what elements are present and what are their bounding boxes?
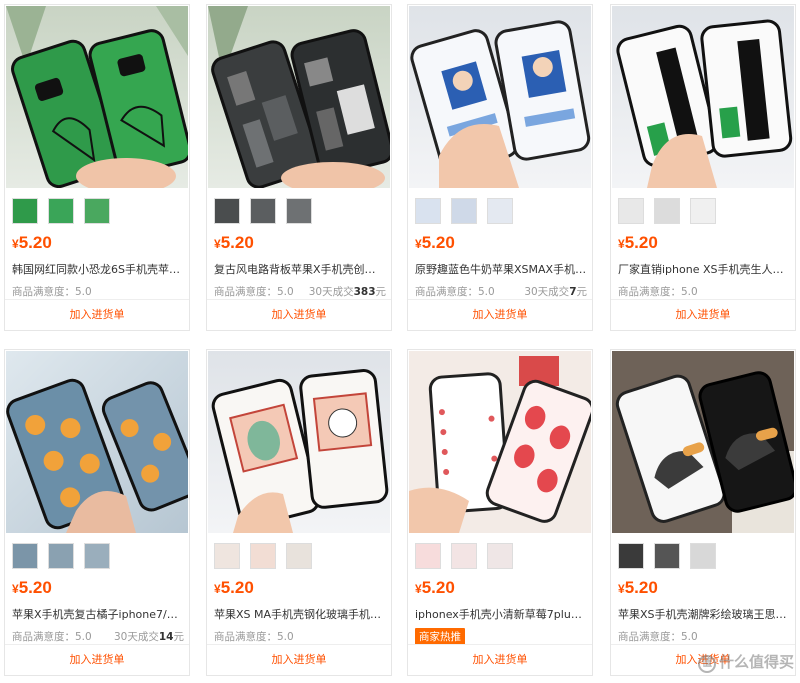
- product-image[interactable]: [208, 351, 390, 533]
- price: ¥5.20: [618, 578, 658, 597]
- product-card[interactable]: ¥5.20 原野趣蓝色牛奶苹果XSMAX手机壳iph... 商品满意度：5.0 …: [407, 4, 593, 331]
- thumbnail[interactable]: [618, 198, 644, 224]
- price: ¥5.20: [415, 233, 455, 252]
- product-title[interactable]: 原野趣蓝色牛奶苹果XSMAX手机壳iph...: [415, 261, 587, 277]
- product-card[interactable]: ¥5.20 苹果X手机壳复古橘子iphone7/8plu彩... 商品满意度：5…: [4, 349, 190, 676]
- thumbnail[interactable]: [250, 543, 276, 569]
- product-image[interactable]: [612, 6, 794, 188]
- product-title[interactable]: 韩国网红同款小恐龙6S手机壳苹果X/7...: [12, 261, 184, 277]
- product-image[interactable]: [6, 6, 188, 188]
- product-card[interactable]: ¥5.20 iphonex手机壳小清新草莓7plus镭射... 商家热推 加入进…: [407, 349, 593, 676]
- product-title[interactable]: 厂家直销iphone XS手机壳生人勿近创...: [618, 261, 790, 277]
- sales-info: 30天成交7元: [524, 286, 587, 298]
- watermark-text: 什么值得买: [718, 653, 794, 671]
- satisfaction-value: 5.0: [75, 286, 92, 298]
- product-grid: ¥5.20 韩国网红同款小恐龙6S手机壳苹果X/7... 商品满意度：5.0 加…: [0, 0, 800, 683]
- product-card[interactable]: ¥5.20 苹果XS手机壳潮牌彩绘玻璃王思聪热... 商品满意度：5.0 加入进…: [610, 349, 796, 676]
- thumbnail[interactable]: [48, 543, 74, 569]
- add-to-cart-button[interactable]: 加入进货单: [5, 299, 189, 330]
- thumbnail[interactable]: [214, 543, 240, 569]
- price: ¥5.20: [214, 578, 254, 597]
- add-to-cart-button[interactable]: 加入进货单: [408, 644, 592, 675]
- product-meta: 商品满意度：5.0: [12, 284, 184, 299]
- add-to-cart-button[interactable]: 加入进货单: [207, 299, 391, 330]
- sales-info: 30天成交383元: [308, 286, 386, 298]
- add-to-cart-button[interactable]: 加入进货单: [611, 299, 795, 330]
- satisfaction-label: 商品满意度：: [415, 286, 478, 298]
- product-meta: 商品满意度：5.0: [618, 284, 790, 299]
- product-image[interactable]: [409, 6, 591, 188]
- satisfaction-label: 商品满意度：: [214, 286, 277, 298]
- satisfaction-value: 5.0: [681, 286, 698, 298]
- price: ¥5.20: [12, 233, 52, 252]
- thumbnail[interactable]: [286, 198, 312, 224]
- product-card[interactable]: ¥5.20 韩国网红同款小恐龙6S手机壳苹果X/7... 商品满意度：5.0 加…: [4, 4, 190, 331]
- thumbnail[interactable]: [487, 198, 513, 224]
- thumbnail[interactable]: [654, 198, 680, 224]
- satisfaction-value: 5.0: [277, 286, 294, 298]
- watermark-logo: 值什么值得买: [697, 651, 794, 673]
- thumbnail[interactable]: [12, 198, 38, 224]
- satisfaction-value: 5.0: [75, 631, 92, 643]
- product-title[interactable]: 苹果XS手机壳潮牌彩绘玻璃王思聪热...: [618, 606, 790, 622]
- add-to-cart-button[interactable]: 加入进货单: [207, 644, 391, 675]
- product-image[interactable]: [612, 351, 794, 533]
- thumbnail[interactable]: [487, 543, 513, 569]
- thumbnail[interactable]: [84, 198, 110, 224]
- thumbnail[interactable]: [250, 198, 276, 224]
- product-meta: 商品满意度：5.0: [214, 629, 386, 644]
- product-title[interactable]: 苹果XS MA手机壳钢化玻璃手机壳ipho...: [214, 606, 386, 622]
- product-image[interactable]: [6, 351, 188, 533]
- thumbnail[interactable]: [12, 543, 38, 569]
- watermark-icon: 值: [697, 655, 716, 673]
- thumbnail[interactable]: [654, 543, 680, 569]
- product-meta: 商品满意度：5.0 30天成交383元: [214, 284, 386, 299]
- thumbnail[interactable]: [286, 543, 312, 569]
- product-card[interactable]: ¥5.20 苹果XS MA手机壳钢化玻璃手机壳ipho... 商品满意度：5.0…: [206, 349, 392, 676]
- product-title[interactable]: 复古风电路背板苹果X手机壳创意防摔...: [214, 261, 386, 277]
- satisfaction-label: 商品满意度：: [12, 631, 75, 643]
- satisfaction-value: 5.0: [478, 286, 495, 298]
- thumbnail[interactable]: [690, 198, 716, 224]
- thumbnail[interactable]: [214, 198, 240, 224]
- promo-badge: 商家热推: [415, 628, 465, 645]
- price: ¥5.20: [415, 578, 455, 597]
- satisfaction-value: 5.0: [681, 631, 698, 643]
- product-meta: 商品满意度：5.0 30天成交14元: [12, 629, 184, 644]
- satisfaction-value: 5.0: [277, 631, 294, 643]
- product-meta: 商品满意度：5.0 30天成交7元: [415, 284, 587, 299]
- price: ¥5.20: [12, 578, 52, 597]
- product-title[interactable]: 苹果X手机壳复古橘子iphone7/8plu彩...: [12, 606, 184, 622]
- thumbnail[interactable]: [415, 543, 441, 569]
- product-image[interactable]: [208, 6, 390, 188]
- thumbnail[interactable]: [690, 543, 716, 569]
- product-meta: 商品满意度：5.0: [618, 629, 790, 644]
- satisfaction-label: 商品满意度：: [618, 631, 681, 643]
- thumbnail[interactable]: [618, 543, 644, 569]
- thumbnail[interactable]: [415, 198, 441, 224]
- thumbnail[interactable]: [48, 198, 74, 224]
- thumbnail[interactable]: [451, 543, 477, 569]
- product-card[interactable]: ¥5.20 复古风电路背板苹果X手机壳创意防摔... 商品满意度：5.0 30天…: [206, 4, 392, 331]
- price: ¥5.20: [214, 233, 254, 252]
- add-to-cart-button[interactable]: 加入进货单: [5, 644, 189, 675]
- sales-info: 30天成交14元: [114, 631, 184, 643]
- satisfaction-label: 商品满意度：: [618, 286, 681, 298]
- thumbnail[interactable]: [84, 543, 110, 569]
- price: ¥5.20: [618, 233, 658, 252]
- satisfaction-label: 商品满意度：: [12, 286, 75, 298]
- product-title[interactable]: iphonex手机壳小清新草莓7plus镭射...: [415, 606, 587, 622]
- add-to-cart-button[interactable]: 加入进货单: [408, 299, 592, 330]
- satisfaction-label: 商品满意度：: [214, 631, 277, 643]
- product-image[interactable]: [409, 351, 591, 533]
- thumbnail[interactable]: [451, 198, 477, 224]
- product-card[interactable]: ¥5.20 厂家直销iphone XS手机壳生人勿近创... 商品满意度：5.0…: [610, 4, 796, 331]
